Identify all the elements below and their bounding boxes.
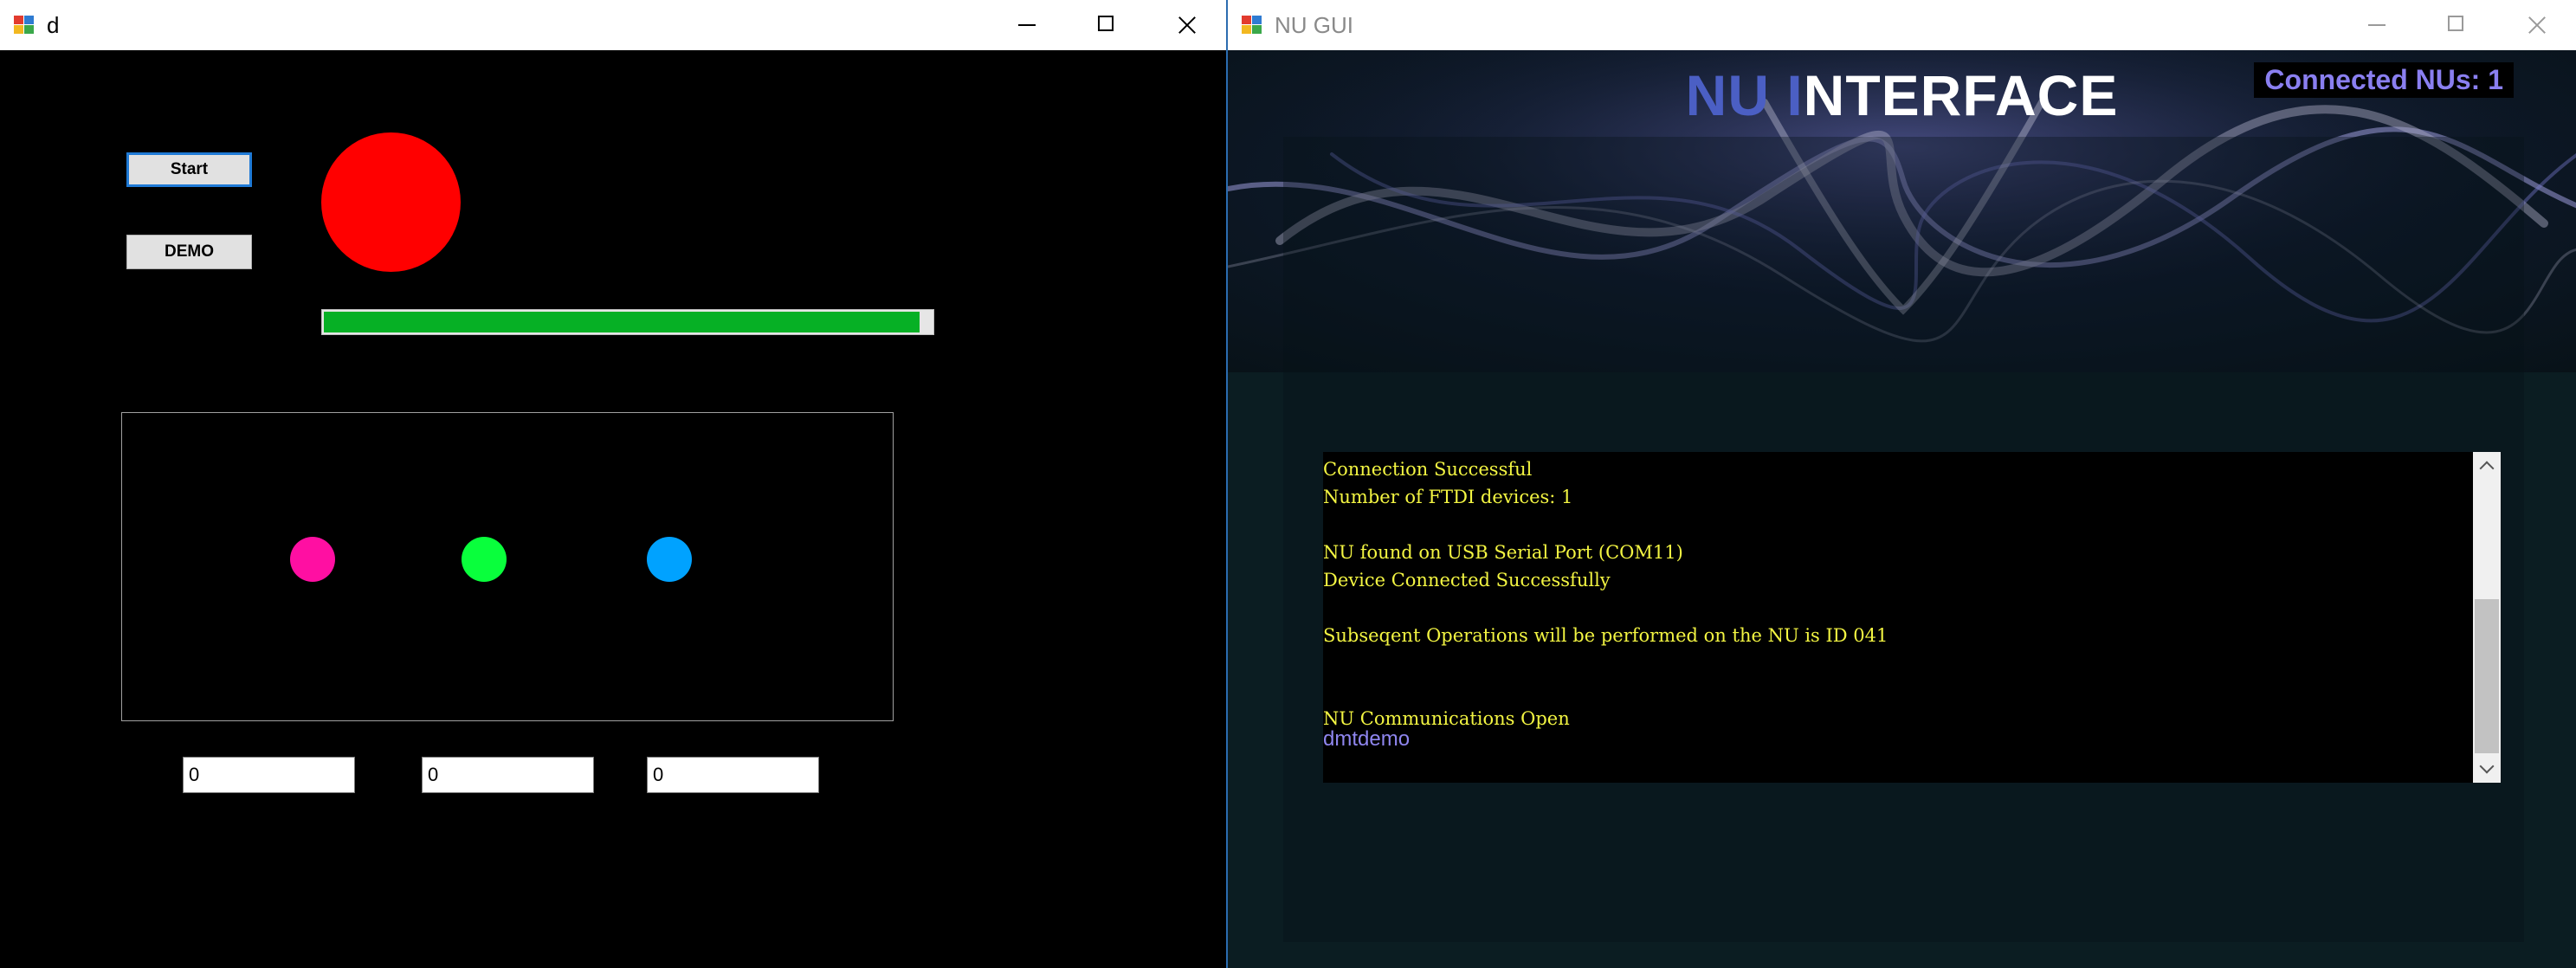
maximize-icon[interactable] xyxy=(1067,0,1146,50)
console-lines: Connection Successful Number of FTDI dev… xyxy=(1323,455,2471,732)
pink-dot xyxy=(290,537,335,582)
minimize-icon[interactable] xyxy=(987,0,1067,50)
console-line: Number of FTDI devices: 1 xyxy=(1323,487,1573,507)
left-window: d Start DEMO xyxy=(0,0,1226,968)
app-icon xyxy=(14,16,35,35)
green-dot xyxy=(462,537,507,582)
console-input-text[interactable]: dmtdemo xyxy=(1323,727,1410,752)
start-button[interactable]: Start xyxy=(126,152,252,187)
maximize-icon[interactable] xyxy=(2417,0,2496,50)
scroll-up-arrow-icon[interactable] xyxy=(2473,452,2501,480)
progress-bar xyxy=(321,309,934,335)
value-input-1[interactable] xyxy=(183,757,355,793)
window-title: d xyxy=(47,11,60,38)
blue-dot xyxy=(647,537,692,582)
dot-panel xyxy=(121,412,894,721)
value-input-2[interactable] xyxy=(422,757,594,793)
page-title-part-1: NU I xyxy=(1685,63,1804,127)
demo-button[interactable]: DEMO xyxy=(126,235,252,269)
scroll-down-arrow-icon[interactable] xyxy=(2473,755,2501,783)
console-line: Device Connected Successfully xyxy=(1323,570,1611,590)
console-line: Connection Successful xyxy=(1323,459,1533,480)
console-line: NU found on USB Serial Port (COM11) xyxy=(1323,542,1683,563)
value-input-3[interactable] xyxy=(647,757,819,793)
console-output[interactable]: Connection Successful Number of FTDI dev… xyxy=(1323,452,2501,783)
page-title-part-2: NTERFACE xyxy=(1803,63,2119,127)
console-line: Subseqent Operations will be performed o… xyxy=(1323,625,1888,646)
left-titlebar[interactable]: d xyxy=(0,0,1226,50)
window-title: NU GUI xyxy=(1275,11,1353,38)
right-window: NU GUI NU INTERFACE Connected NUs: 1 Con… xyxy=(1226,0,2576,968)
status-indicator-circle xyxy=(321,132,461,272)
scrollbar-thumb[interactable] xyxy=(2475,599,2499,753)
close-icon[interactable] xyxy=(1146,0,1226,50)
console-scrollbar[interactable] xyxy=(2473,452,2501,783)
console-line: NU Communications Open xyxy=(1323,708,1570,729)
right-titlebar[interactable]: NU GUI xyxy=(1228,0,2576,50)
close-icon[interactable] xyxy=(2496,0,2576,50)
minimize-icon[interactable] xyxy=(2337,0,2417,50)
progress-bar-fill xyxy=(324,312,920,332)
app-icon xyxy=(1242,16,1262,35)
connected-count-badge: Connected NUs: 1 xyxy=(2254,62,2514,98)
